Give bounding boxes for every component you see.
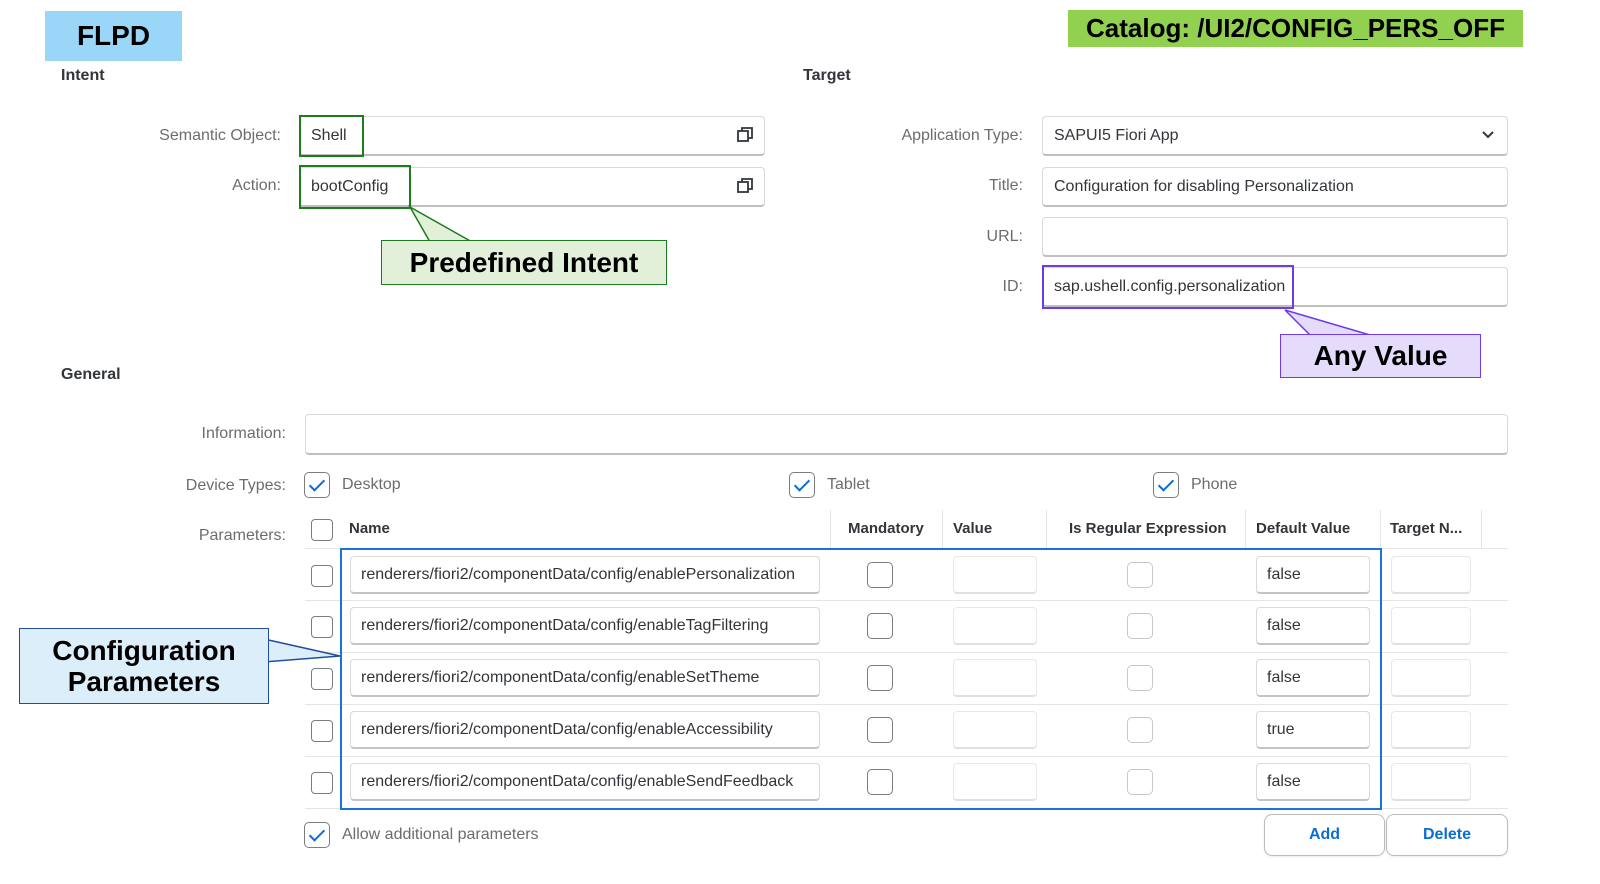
- any-value-text: Any Value: [1313, 340, 1448, 371]
- column-divider: [1380, 510, 1381, 548]
- device-types-label: Device Types:: [185, 477, 286, 494]
- title-label: Title:: [988, 177, 1023, 194]
- action-highlight: [299, 165, 411, 209]
- title-value: Configuration for disabling Personalizat…: [1054, 177, 1354, 195]
- flpd-badge-text: FLPD: [76, 20, 151, 51]
- intent-section-title: Intent: [61, 67, 105, 84]
- target-name-input[interactable]: [1391, 711, 1471, 749]
- column-divider: [830, 510, 831, 548]
- id-label: ID:: [1002, 278, 1023, 295]
- add-button[interactable]: Add: [1264, 814, 1385, 856]
- value-help-icon[interactable]: [736, 126, 754, 144]
- any-value-pointer: [1284, 309, 1371, 336]
- tablet-label: Tablet: [827, 476, 870, 493]
- predefined-intent-pointer: [407, 205, 475, 243]
- column-divider: [1245, 510, 1246, 548]
- predefined-intent-text: Predefined Intent: [409, 246, 639, 278]
- catalog-badge-text: Catalog: /UI2/CONFIG_PERS_OFF: [1086, 13, 1505, 43]
- column-divider: [1046, 510, 1047, 548]
- target-section-title: Target: [803, 67, 851, 84]
- target-name-input[interactable]: [1391, 607, 1471, 645]
- add-button-label: Add: [1308, 826, 1341, 843]
- parameters-highlight: [340, 548, 1382, 810]
- target-name-input[interactable]: [1391, 556, 1471, 594]
- configuration-parameters-pointer: [263, 638, 341, 663]
- url-label: URL:: [986, 228, 1023, 245]
- column-header-is-regex[interactable]: Is Regular Expression: [1069, 520, 1227, 537]
- application-type-value: SAPUI5 Fiori App: [1054, 126, 1179, 144]
- flpd-badge: FLPD: [45, 11, 182, 61]
- target-name-input[interactable]: [1391, 659, 1471, 697]
- desktop-checkbox[interactable]: [304, 472, 330, 498]
- row-select-checkbox[interactable]: [311, 565, 333, 587]
- application-type-select[interactable]: SAPUI5 Fiori App: [1042, 116, 1508, 156]
- delete-button-label: Delete: [1422, 826, 1472, 843]
- select-all-checkbox[interactable]: [311, 519, 333, 541]
- column-header-mandatory[interactable]: Mandatory: [848, 520, 924, 537]
- allow-additional-label: Allow additional parameters: [342, 826, 539, 843]
- column-divider: [942, 510, 943, 548]
- row-select-checkbox[interactable]: [311, 616, 333, 638]
- row-select-checkbox[interactable]: [311, 668, 333, 690]
- catalog-badge: Catalog: /UI2/CONFIG_PERS_OFF: [1068, 10, 1523, 47]
- column-header-value[interactable]: Value: [953, 520, 992, 537]
- row-select-checkbox[interactable]: [311, 772, 333, 794]
- tablet-checkbox[interactable]: [789, 472, 815, 498]
- row-select-checkbox[interactable]: [311, 720, 333, 742]
- phone-label: Phone: [1191, 476, 1238, 493]
- parameters-label: Parameters:: [198, 527, 286, 544]
- semantic-object-field[interactable]: Shell: [299, 116, 765, 156]
- any-value-callout: Any Value: [1280, 334, 1481, 378]
- desktop-label: Desktop: [342, 476, 401, 493]
- semantic-object-label: Semantic Object:: [159, 127, 281, 144]
- delete-button[interactable]: Delete: [1386, 814, 1508, 856]
- target-name-input[interactable]: [1391, 763, 1471, 801]
- semantic-object-highlight: [299, 115, 364, 157]
- column-header-target-name[interactable]: Target N...: [1390, 520, 1462, 537]
- id-highlight: [1042, 265, 1294, 309]
- column-divider: [1481, 510, 1482, 548]
- application-type-label: Application Type:: [901, 127, 1023, 144]
- information-label: Information:: [201, 425, 286, 442]
- configuration-parameters-callout: Configuration Parameters: [19, 628, 269, 704]
- chevron-down-icon[interactable]: [1481, 128, 1495, 147]
- title-field[interactable]: Configuration for disabling Personalizat…: [1042, 167, 1508, 207]
- allow-additional-checkbox[interactable]: [304, 822, 330, 848]
- phone-checkbox[interactable]: [1153, 472, 1179, 498]
- url-field[interactable]: [1042, 217, 1508, 257]
- predefined-intent-callout: Predefined Intent: [381, 240, 667, 285]
- column-header-name[interactable]: Name: [349, 520, 390, 537]
- value-help-icon[interactable]: [736, 177, 754, 195]
- action-label: Action:: [232, 177, 281, 194]
- column-header-default-value[interactable]: Default Value: [1256, 520, 1350, 537]
- general-section-title: General: [61, 366, 121, 383]
- configuration-parameters-text: Configuration Parameters: [52, 635, 236, 697]
- information-field[interactable]: [305, 414, 1508, 455]
